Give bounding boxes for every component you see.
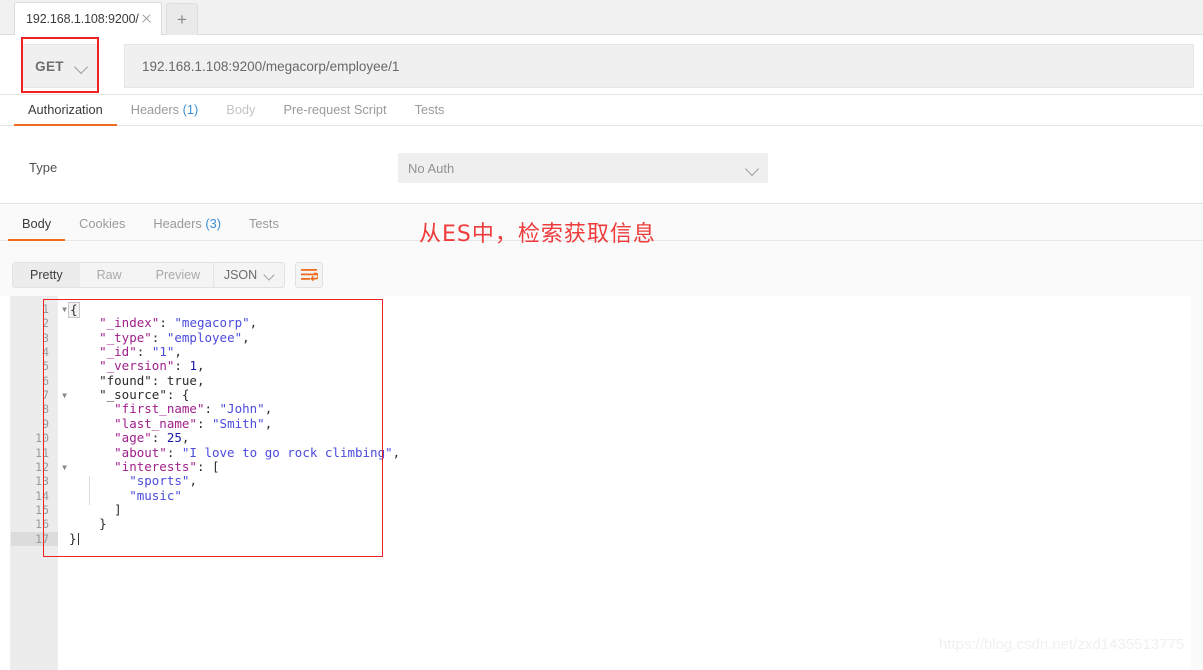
new-tab-button[interactable]: + bbox=[166, 3, 198, 35]
response-tab-tests[interactable]: Tests bbox=[235, 216, 293, 240]
response-tab-tests-label: Tests bbox=[248, 216, 279, 231]
browser-tab-title: 192.168.1.108:9200/m bbox=[26, 12, 139, 26]
response-tab-headers-count: (3) bbox=[205, 216, 221, 231]
tab-authorization[interactable]: Authorization bbox=[14, 102, 117, 126]
chevron-down-icon bbox=[76, 62, 85, 71]
tab-body[interactable]: Body bbox=[212, 102, 269, 125]
chevron-down-icon bbox=[265, 271, 274, 280]
response-format-value: JSON bbox=[223, 268, 258, 282]
response-tab-body[interactable]: Body bbox=[8, 216, 66, 241]
view-mode-preview[interactable]: Preview bbox=[139, 263, 217, 287]
response-tab-cookies-label: Cookies bbox=[79, 216, 126, 231]
postman-window: 192.168.1.108:9200/m + GET 192.168.1.108… bbox=[0, 0, 1203, 670]
view-mode-raw[interactable]: Raw bbox=[80, 263, 139, 287]
response-tab-headers-label: Headers bbox=[153, 216, 202, 231]
url-input[interactable]: 192.168.1.108:9200/megacorp/employee/1 bbox=[124, 44, 1194, 88]
tab-pre-request-script-label: Pre-request Script bbox=[283, 102, 387, 117]
view-mode-pretty[interactable]: Pretty bbox=[13, 263, 80, 287]
http-method-label: GET bbox=[35, 58, 64, 74]
text-wrap-icon[interactable] bbox=[295, 262, 323, 288]
response-tab-body-label: Body bbox=[22, 216, 52, 231]
code-content[interactable]: 1{▼ 2 "_index": "megacorp", 3 "_type": "em… bbox=[11, 296, 1191, 670]
browser-tab-strip: 192.168.1.108:9200/m + bbox=[0, 0, 1203, 35]
tab-headers[interactable]: Headers (1) bbox=[117, 102, 213, 125]
response-tab-headers[interactable]: Headers (3) bbox=[139, 216, 235, 240]
response-format-select[interactable]: JSON bbox=[213, 262, 285, 288]
tab-tests-label: Tests bbox=[414, 102, 445, 117]
watermark: https://blog.csdn.net/zxd1435513775 bbox=[939, 636, 1185, 653]
tab-headers-count: (1) bbox=[182, 102, 199, 117]
tab-authorization-label: Authorization bbox=[28, 102, 103, 117]
request-tabs: Authorization Headers (1) Body Pre-reque… bbox=[0, 95, 1203, 126]
close-icon[interactable] bbox=[139, 11, 155, 27]
chevron-down-icon bbox=[747, 164, 756, 173]
auth-type-select[interactable]: No Auth bbox=[398, 153, 768, 183]
response-view-mode-group: Pretty Raw Preview bbox=[12, 262, 219, 288]
tab-tests[interactable]: Tests bbox=[401, 102, 459, 125]
tab-pre-request-script[interactable]: Pre-request Script bbox=[269, 102, 400, 125]
url-text: 192.168.1.108:9200/megacorp/employee/1 bbox=[142, 58, 400, 74]
annotation-text: 从ES中，检索获取信息 bbox=[419, 222, 656, 247]
auth-type-value: No Auth bbox=[408, 160, 455, 176]
code-left-strip bbox=[0, 296, 11, 670]
auth-type-label: Type bbox=[29, 160, 58, 175]
tab-headers-label: Headers bbox=[130, 102, 180, 117]
browser-tab[interactable]: 192.168.1.108:9200/m bbox=[14, 2, 162, 35]
tab-body-label: Body bbox=[226, 102, 256, 117]
http-method-selector[interactable]: GET bbox=[22, 44, 98, 88]
response-tab-cookies[interactable]: Cookies bbox=[65, 216, 139, 240]
